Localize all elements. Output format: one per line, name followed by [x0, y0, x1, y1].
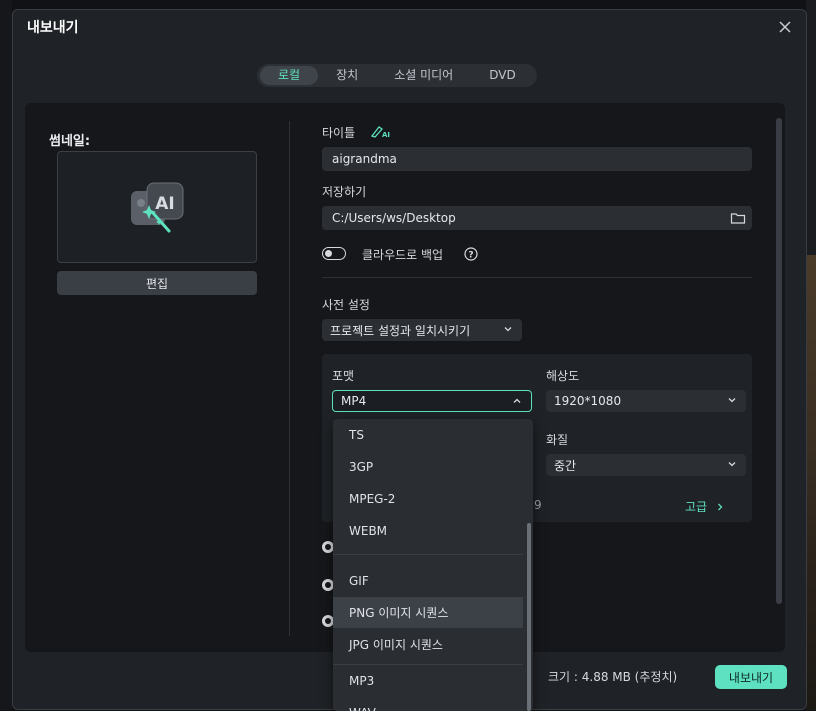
background-photo [806, 255, 816, 710]
save-path-input[interactable]: C:/Users/ws/Desktop [322, 206, 752, 230]
chevron-right-icon [718, 503, 723, 510]
title-label: 타이틀 [322, 126, 356, 140]
save-path-value: C:/Users/ws/Desktop [332, 211, 456, 225]
format-option-mpeg2[interactable]: MPEG-2 [333, 483, 523, 514]
estimated-size: 크기 : 4.88 MB (추정치) [548, 670, 678, 684]
format-label: 포맷 [332, 369, 355, 383]
tab-social-media[interactable]: 소셜 미디어 [376, 66, 471, 85]
panel-scrollbar[interactable] [776, 118, 782, 604]
format-option-mp3[interactable]: MP3 [333, 665, 523, 696]
tab-device[interactable]: 장치 [318, 66, 376, 85]
chevron-down-icon [728, 398, 736, 403]
format-dropdown-menu: TS 3GP MPEG-2 WEBM GIF PNG 이미지 시퀀스 JPG 이… [333, 419, 533, 711]
advanced-button[interactable]: 고급 [685, 498, 725, 515]
format-option-3gp[interactable]: 3GP [333, 451, 523, 482]
svg-text:AI: AI [155, 194, 174, 214]
tab-local[interactable]: 로컬 [260, 66, 319, 85]
background-left [0, 0, 12, 710]
export-dialog: 내보내기 로컬 장치 소셜 미디어 DVD 썸네일: AI 편집 타이틀 AI … [12, 9, 807, 711]
quality-label: 화질 [546, 433, 569, 447]
folder-icon[interactable] [730, 210, 746, 226]
dropdown-separator [333, 554, 523, 555]
tab-dvd[interactable]: DVD [471, 66, 533, 85]
quality-value: 중간 [554, 458, 577, 473]
help-icon[interactable]: ? [464, 246, 478, 261]
svg-text:?: ? [468, 251, 473, 261]
format-option-wav[interactable]: WAV [333, 697, 523, 711]
advanced-label: 고급 [685, 500, 708, 514]
format-option-ts[interactable]: TS [333, 419, 523, 450]
format-option-png-sequence[interactable]: PNG 이미지 시퀀스 [333, 597, 523, 628]
format-option-jpg-sequence[interactable]: JPG 이미지 시퀀스 [333, 629, 523, 660]
resolution-label: 해상도 [546, 369, 580, 383]
thumbnail-label: 썸네일: [49, 134, 91, 149]
background-right [806, 0, 816, 710]
dropdown-scrollbar[interactable] [527, 523, 531, 711]
save-label: 저장하기 [322, 185, 367, 199]
chevron-down-icon [728, 462, 736, 467]
thumbnail-preview[interactable]: AI [57, 151, 257, 263]
chevron-down-icon [504, 327, 512, 332]
ai-image-icon: AI [131, 182, 184, 233]
title-input[interactable]: aigrandma [322, 147, 752, 171]
format-option-webm[interactable]: WEBM [333, 515, 523, 546]
partial-info-text: 9 [534, 498, 542, 512]
edit-thumbnail-button[interactable]: 편집 [57, 271, 257, 295]
format-select[interactable]: MP4 [332, 390, 532, 412]
svg-text:AI: AI [382, 131, 390, 138]
preset-select[interactable]: 프로젝트 설정과 일치시키기 [322, 319, 522, 341]
vertical-divider [289, 121, 290, 636]
export-tabs: 로컬 장치 소셜 미디어 DVD [257, 64, 537, 87]
preset-value: 프로젝트 설정과 일치시키기 [330, 323, 471, 338]
ai-title-icon[interactable]: AI [370, 123, 390, 139]
export-button[interactable]: 내보내기 [715, 665, 787, 689]
format-value: MP4 [341, 394, 367, 408]
format-option-gif[interactable]: GIF [333, 565, 523, 596]
close-icon[interactable] [776, 18, 794, 36]
resolution-value: 1920*1080 [554, 394, 622, 408]
horizontal-divider [322, 277, 752, 278]
cloud-backup-toggle[interactable] [322, 247, 346, 260]
dialog-title: 내보내기 [27, 20, 79, 36]
quality-select[interactable]: 중간 [546, 454, 746, 476]
preset-label: 사전 설정 [322, 298, 370, 312]
cloud-backup-label: 클라우드로 백업 [362, 248, 444, 262]
chevron-up-icon [513, 398, 521, 403]
resolution-select[interactable]: 1920*1080 [546, 390, 746, 412]
